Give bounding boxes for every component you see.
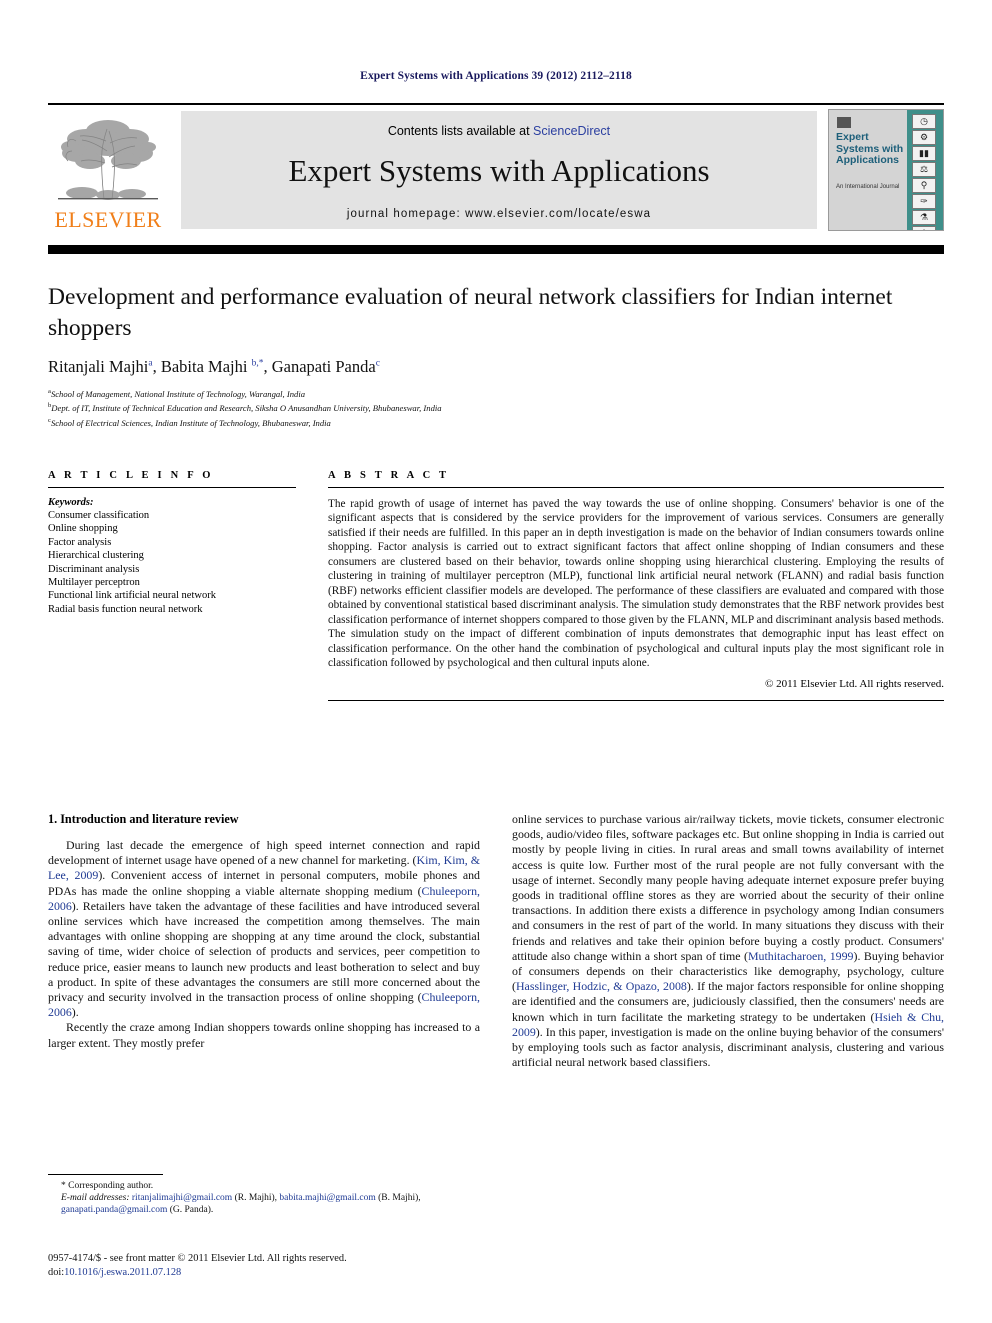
article-info-column: A R T I C L E I N F O Keywords: Consumer…	[48, 470, 296, 701]
paragraph: online services to purchase various air/…	[512, 812, 945, 1070]
abstract-heading: A B S T R A C T	[328, 470, 450, 481]
paragraph: During last decade the emergence of high…	[48, 838, 481, 1020]
affiliation-text: School of Management, National Institute…	[50, 388, 305, 399]
sciencedirect-link[interactable]: ScienceDirect	[533, 124, 610, 138]
title-block: Development and performance evaluation o…	[48, 282, 928, 429]
author-affiliation-mark: c	[375, 358, 380, 369]
citation-link[interactable]: Muthitacharoen, 1999	[748, 949, 854, 963]
journal-masthead: ELSEVIER Contents lists available at Sci…	[48, 103, 944, 237]
abstract-column: A B S T R A C T The rapid growth of usag…	[328, 470, 944, 702]
copyright-line: © 2011 Elsevier Ltd. All rights reserved…	[764, 678, 944, 691]
citation-link[interactable]: Chuleeporn, 2006	[48, 884, 480, 913]
elsevier-logo: ELSEVIER	[48, 111, 168, 233]
keyword-item: Discriminant analysis	[48, 563, 140, 575]
journal-cover-thumbnail: Expert Systems with Applications An Inte…	[828, 109, 944, 231]
doi-link[interactable]: 10.1016/j.eswa.2011.07.128	[64, 1267, 181, 1278]
keyword-item: Functional link artificial neural networ…	[48, 590, 216, 602]
email-link[interactable]: ganapati.panda@gmail.com	[61, 1205, 167, 1215]
doi-label: doi:	[48, 1266, 65, 1278]
email-addresses-line: E-mail addresses: ritanjalimajhi@gmail.c…	[61, 1193, 421, 1215]
email-label: E-mail addresses:	[61, 1193, 130, 1203]
author-list: Ritanjali Majhia, Babita Majhi b,*, Gana…	[48, 357, 380, 376]
masthead-top-rule	[48, 103, 944, 105]
clock-icon: ◷	[912, 114, 936, 129]
keyword-item: Consumer classification	[48, 510, 150, 521]
cover-icon-strip: ◷ ⚙ ▮▮ ⚖ ⚲ ✑ ⚗ ⇯	[907, 113, 941, 230]
contents-prefix-text: Contents lists available at	[387, 124, 534, 138]
abstract-bottom-rule	[328, 700, 944, 702]
author-name: Babita Majhi	[160, 357, 248, 376]
info-abstract-region: A R T I C L E I N F O Keywords: Consumer…	[48, 470, 944, 702]
cover-publisher-mark-icon	[837, 117, 851, 128]
body-columns: 1. Introduction and literature review Du…	[48, 812, 944, 1070]
abstract-text: The rapid growth of usage of internet ha…	[328, 498, 944, 669]
keyword-item: Radial basis function neural network	[48, 603, 203, 615]
email-owner: (G. Panda)	[169, 1205, 211, 1215]
issn-line: 0957-4174/$ - see front matter © 2011 El…	[48, 1253, 347, 1264]
gear-icon: ⚙	[912, 130, 936, 145]
corresponding-author-text: * Corresponding author.	[61, 1181, 154, 1191]
scales-icon: ⚖	[912, 162, 936, 177]
citation-link[interactable]: Hasslinger, Hodzic, & Opazo, 2008	[516, 979, 687, 993]
cover-title-text: Expert Systems with Applications	[836, 131, 904, 166]
email-owner: (R. Majhi)	[234, 1193, 275, 1203]
footnote-area: * Corresponding author. E-mail addresses…	[48, 1174, 480, 1216]
affiliation-text: School of Electrical Sciences, Indian In…	[50, 417, 331, 428]
citation-link[interactable]: Hsieh & Chu, 2009	[512, 1010, 944, 1039]
handshake-icon: ✑	[912, 194, 936, 209]
affiliation-text: Dept. of IT, Institute of Technical Educ…	[51, 403, 442, 414]
rocket-icon: ⇯	[912, 226, 936, 230]
keywords-label: Keywords:	[48, 497, 94, 508]
flask-icon: ⚗	[912, 210, 936, 225]
doi-line: doi:10.1016/j.eswa.2011.07.128	[48, 1266, 488, 1280]
page-title: Development and performance evaluation o…	[48, 284, 893, 341]
paragraph: Recently the craze among Indian shoppers…	[48, 1020, 480, 1050]
keyword-item: Online shopping	[48, 523, 118, 535]
elsevier-tree-icon	[58, 120, 158, 200]
imprint-block: 0957-4174/$ - see front matter © 2011 El…	[48, 1252, 488, 1279]
contents-available-line: Contents lists available at ScienceDirec…	[181, 124, 817, 138]
author-affiliation-mark: b,*	[251, 358, 264, 369]
email-link[interactable]: ritanjalimajhi@gmail.com	[132, 1193, 232, 1203]
bar-chart-icon: ▮▮	[912, 146, 936, 161]
affiliation-item: aSchool of Management, National Institut…	[48, 386, 928, 400]
affiliation-list: aSchool of Management, National Institut…	[48, 386, 928, 429]
footnote-rule	[48, 1174, 163, 1175]
author-name: Ganapati Panda	[271, 357, 376, 376]
email-link[interactable]: babita.majhi@gmail.com	[279, 1193, 375, 1203]
email-owner: (B. Majhi)	[378, 1193, 419, 1203]
cover-subtitle-text: An International Journal	[836, 184, 900, 190]
author-name: Ritanjali Majhi	[48, 357, 149, 376]
body-right-column: online services to purchase various air/…	[512, 812, 944, 1070]
running-head: Expert Systems with Applications 39 (201…	[360, 70, 632, 82]
masthead-black-bar	[48, 245, 944, 254]
paper-page: Expert Systems with Applications 39 (201…	[0, 0, 992, 1323]
section-heading: 1. Introduction and literature review	[48, 812, 239, 826]
citation-link[interactable]: Kim, Kim, & Lee, 2009	[48, 853, 480, 882]
journal-homepage-link[interactable]: journal homepage: www.elsevier.com/locat…	[181, 208, 817, 220]
keyword-item: Factor analysis	[48, 536, 112, 548]
microscope-icon: ⚲	[912, 178, 936, 193]
affiliation-item: cSchool of Electrical Sciences, Indian I…	[48, 415, 928, 429]
keyword-item: Multilayer perceptron	[48, 577, 140, 589]
elsevier-wordmark: ELSEVIER	[54, 207, 162, 232]
body-left-column: 1. Introduction and literature review Du…	[48, 812, 480, 1070]
article-info-heading: A R T I C L E I N F O	[48, 470, 214, 481]
affiliation-item: bDept. of IT, Institute of Technical Edu…	[48, 400, 928, 414]
corresponding-author-note: * Corresponding author. E-mail addresses…	[48, 1180, 480, 1216]
abstract-rule	[328, 487, 944, 488]
cover-left-panel	[829, 110, 907, 230]
author-affiliation-mark: a	[148, 358, 153, 369]
article-info-rule	[48, 487, 296, 488]
keyword-item: Hierarchical clustering	[48, 550, 144, 562]
citation-link[interactable]: Chuleeporn, 2006	[48, 990, 480, 1019]
masthead-grey-band: Contents lists available at ScienceDirec…	[181, 111, 817, 229]
journal-title: Expert Systems with Applications	[288, 153, 710, 188]
